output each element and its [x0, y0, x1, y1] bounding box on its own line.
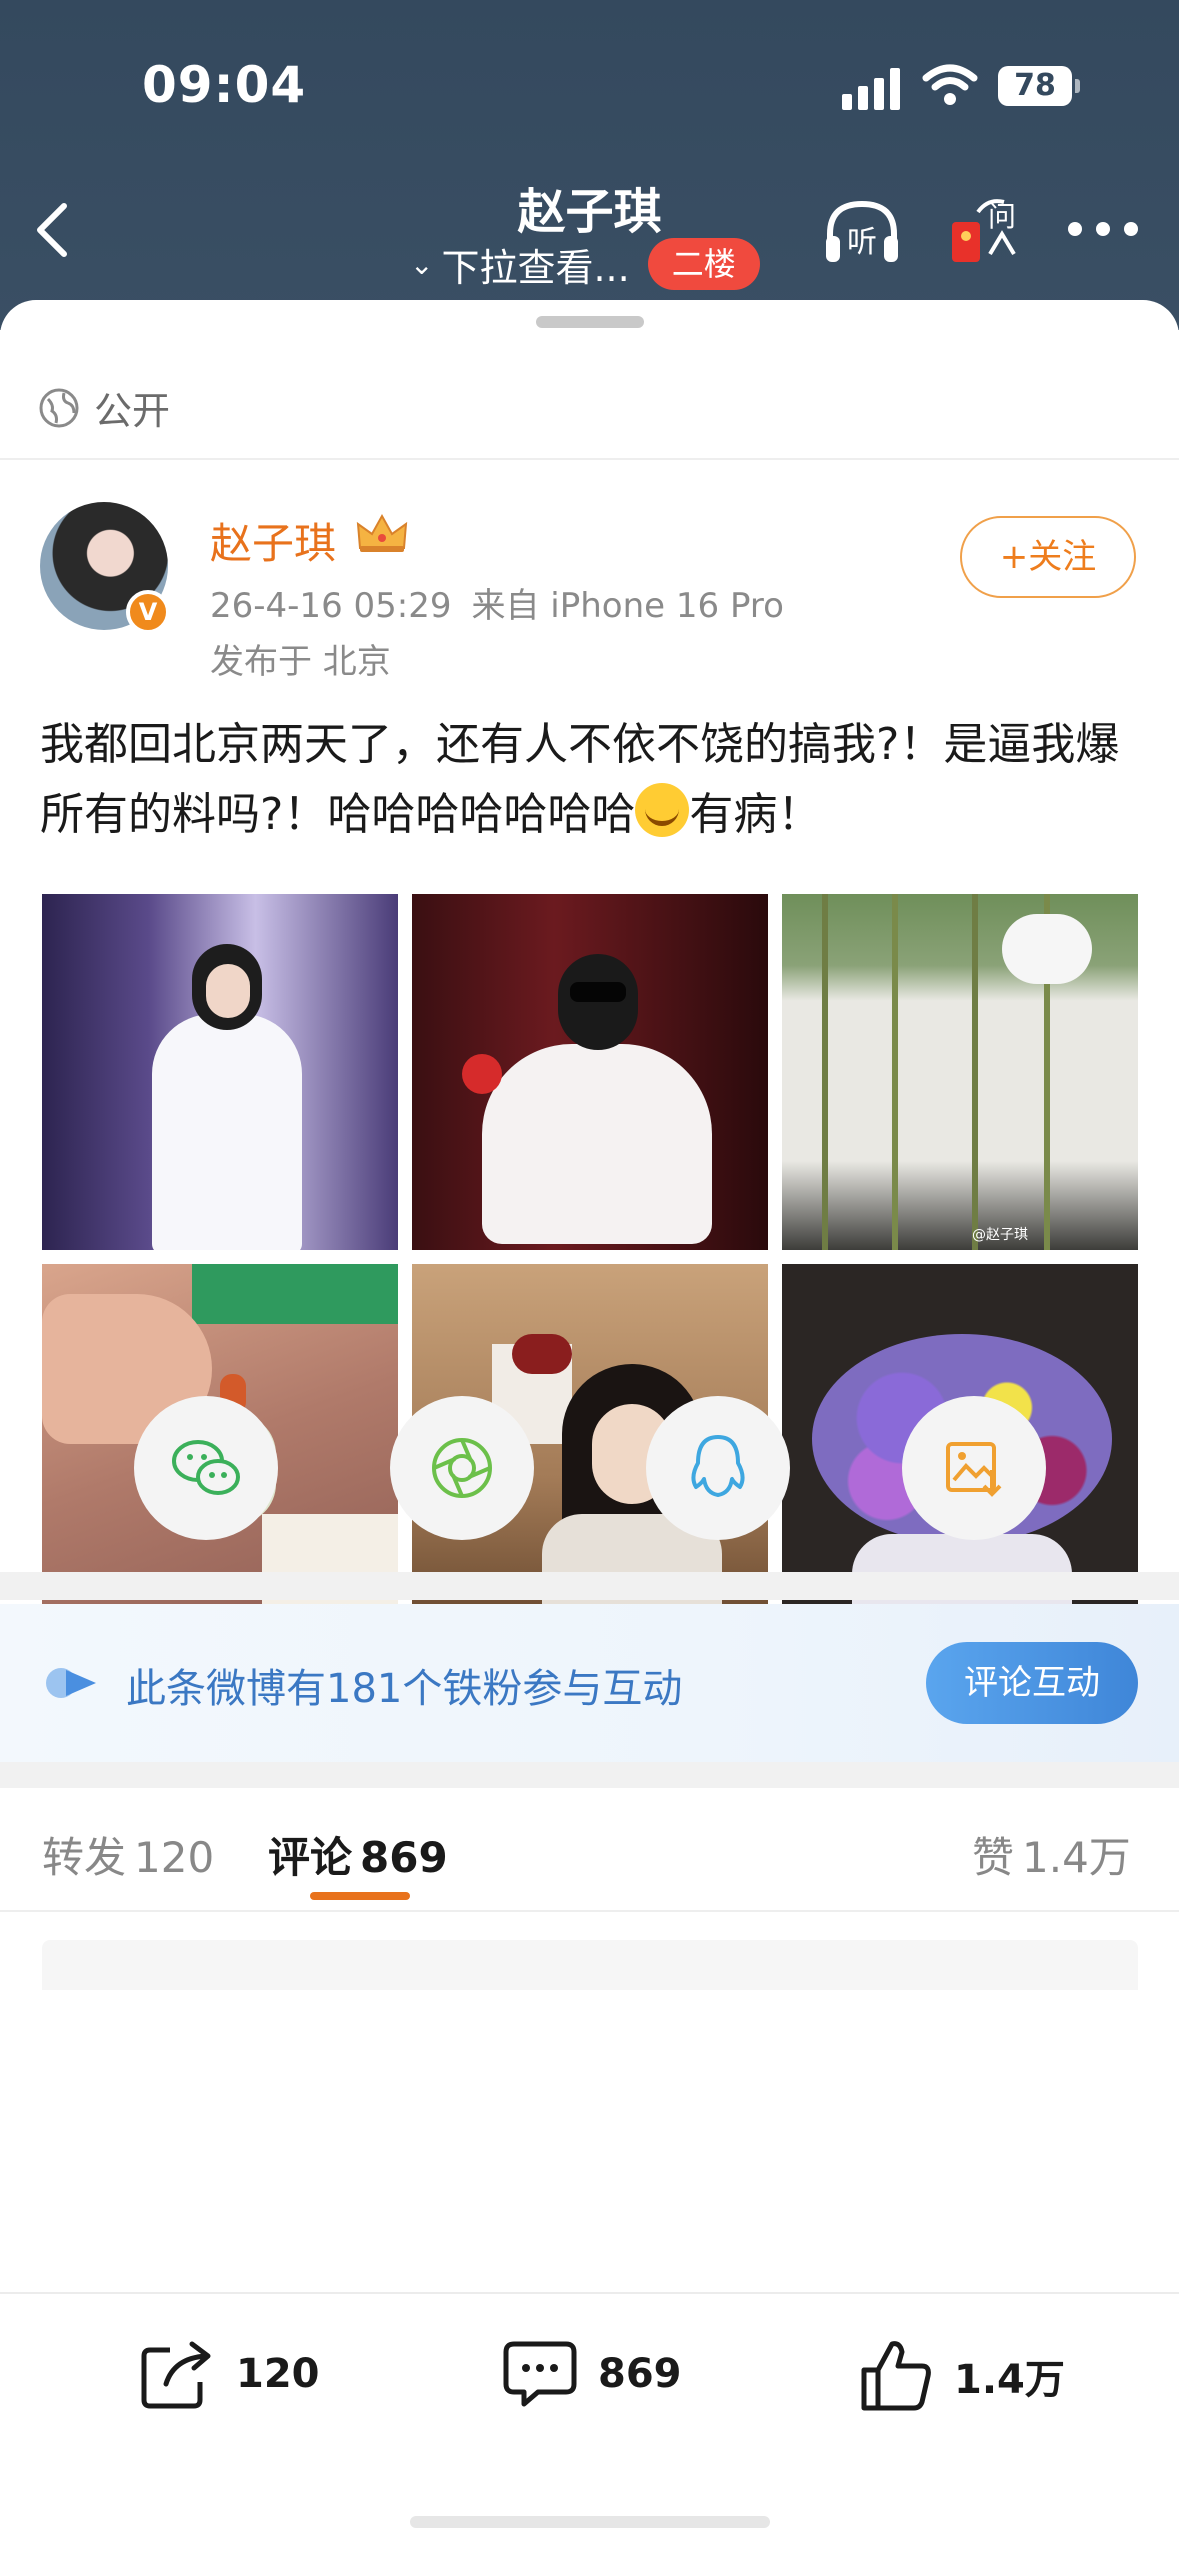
comment-interact-button[interactable]: 评论互动 — [926, 1642, 1138, 1724]
wechat-icon — [172, 1440, 240, 1495]
fans-interaction-banner: 此条微博有181个铁粉参与互动 评论互动 — [0, 1604, 1179, 1762]
engagement-tabs: 转发 120 评论 869 赞 1.4万 — [0, 1788, 1179, 1912]
like-count: 1.4万 — [954, 2357, 1065, 2403]
comment-count: 869 — [598, 2351, 682, 2397]
wifi-icon — [922, 64, 978, 105]
listen-label: 听 — [847, 225, 877, 260]
tab-comments-label: 评论 — [268, 1833, 353, 1882]
post-location: 发布于 北京 — [210, 642, 391, 682]
ask-red-envelope-icon[interactable]: 问 — [948, 192, 1022, 270]
post-time: 26-4-16 05:29 — [210, 586, 452, 626]
thumbs-up-icon — [861, 2341, 931, 2411]
tab-comments-count: 869 — [360, 1833, 448, 1882]
share-wechat-button[interactable] — [134, 1396, 278, 1540]
divider — [0, 1910, 1179, 1912]
post-meta: 26-4-16 05:29 来自 iPhone 16 Pro — [210, 578, 784, 627]
follow-button[interactable]: +关注 — [960, 516, 1136, 598]
pull-down-text: 下拉查看... — [441, 245, 630, 290]
post-text-end: 有病！ — [689, 789, 822, 840]
post-text-main: 我都回北京两天了，还有人不依不饶的搞我?！是逼我爆所有的料吗?！哈哈哈哈哈哈哈 — [40, 719, 1120, 840]
tab-comments[interactable]: 评论 869 — [268, 1824, 448, 1885]
visibility-indicator: 公开 — [38, 380, 170, 435]
photo-stage-sunglasses[interactable] — [412, 894, 768, 1250]
verified-badge: V — [126, 590, 170, 634]
repost-icon — [141, 2341, 211, 2409]
home-indicator — [410, 2516, 770, 2528]
chevron-down-icon: ⌄ — [410, 247, 434, 281]
section-gap-2 — [0, 1762, 1179, 1788]
battery-indicator: 78 — [998, 66, 1080, 106]
section-gap — [0, 1572, 1179, 1600]
ask-label: 问 — [988, 200, 1016, 233]
comment-icon — [503, 2341, 577, 2407]
qq-icon — [691, 1435, 745, 1497]
save-image-button[interactable] — [902, 1396, 1046, 1540]
comment-button[interactable]: 869 — [502, 2338, 682, 2410]
tab-likes[interactable]: 赞 1.4万 — [972, 1824, 1131, 1885]
photo-bamboo-courtyard[interactable]: @赵子琪 — [782, 894, 1138, 1250]
tab-repost-label: 转发 — [42, 1833, 127, 1882]
divider — [0, 458, 1179, 460]
cellular-signal-icon — [842, 68, 904, 110]
post-body: 我都回北京两天了，还有人不依不饶的搞我?！是逼我爆所有的料吗?！哈哈哈哈哈哈哈有… — [40, 710, 1140, 850]
moments-icon — [432, 1438, 492, 1498]
active-tab-underline — [310, 1892, 410, 1900]
photo-watermark: @赵子琪 — [972, 1227, 1028, 1243]
photo-stage-white-dress[interactable] — [42, 894, 398, 1250]
second-floor-badge[interactable]: 二楼 — [647, 238, 760, 290]
visibility-label: 公开 — [94, 389, 171, 433]
tab-likes-count: 1.4万 — [1022, 1833, 1131, 1882]
more-options-icon[interactable] — [1068, 220, 1138, 240]
listen-headphones-icon[interactable]: 听 — [822, 196, 902, 268]
share-moments-button[interactable] — [390, 1396, 534, 1540]
laughing-tears-emoji-icon — [635, 783, 690, 837]
share-options — [0, 1396, 1179, 1540]
repost-count: 120 — [236, 2351, 320, 2397]
like-button[interactable]: 1.4万 — [858, 2338, 1065, 2414]
share-qq-button[interactable] — [646, 1396, 790, 1540]
tab-repost-count: 120 — [134, 1833, 215, 1882]
globe-icon — [39, 388, 79, 427]
save-image-icon — [946, 1442, 1002, 1497]
tab-repost[interactable]: 转发 120 — [42, 1824, 214, 1885]
bottom-action-bar: 120 869 1.4万 — [0, 2292, 1179, 2556]
author-name[interactable]: 赵子琪 — [210, 510, 336, 571]
crown-icon — [356, 513, 408, 552]
post-source: 来自 iPhone 16 Pro — [471, 586, 784, 626]
fans-text: 此条微博有181个铁粉参与互动 — [126, 1666, 683, 1712]
top-header: 09:04 78 赵子琪 ⌄ 下拉查看... 二楼 听 问 — [0, 0, 1179, 330]
tab-likes-label: 赞 — [972, 1833, 1015, 1882]
fans-play-icon — [46, 1668, 96, 1698]
status-time: 09:04 — [142, 56, 307, 114]
drag-handle[interactable] — [536, 316, 644, 328]
comment-list-placeholder — [42, 1940, 1138, 1990]
repost-button[interactable]: 120 — [140, 2338, 320, 2410]
pull-down-hint[interactable]: ⌄ 下拉查看... 二楼 — [410, 236, 760, 292]
